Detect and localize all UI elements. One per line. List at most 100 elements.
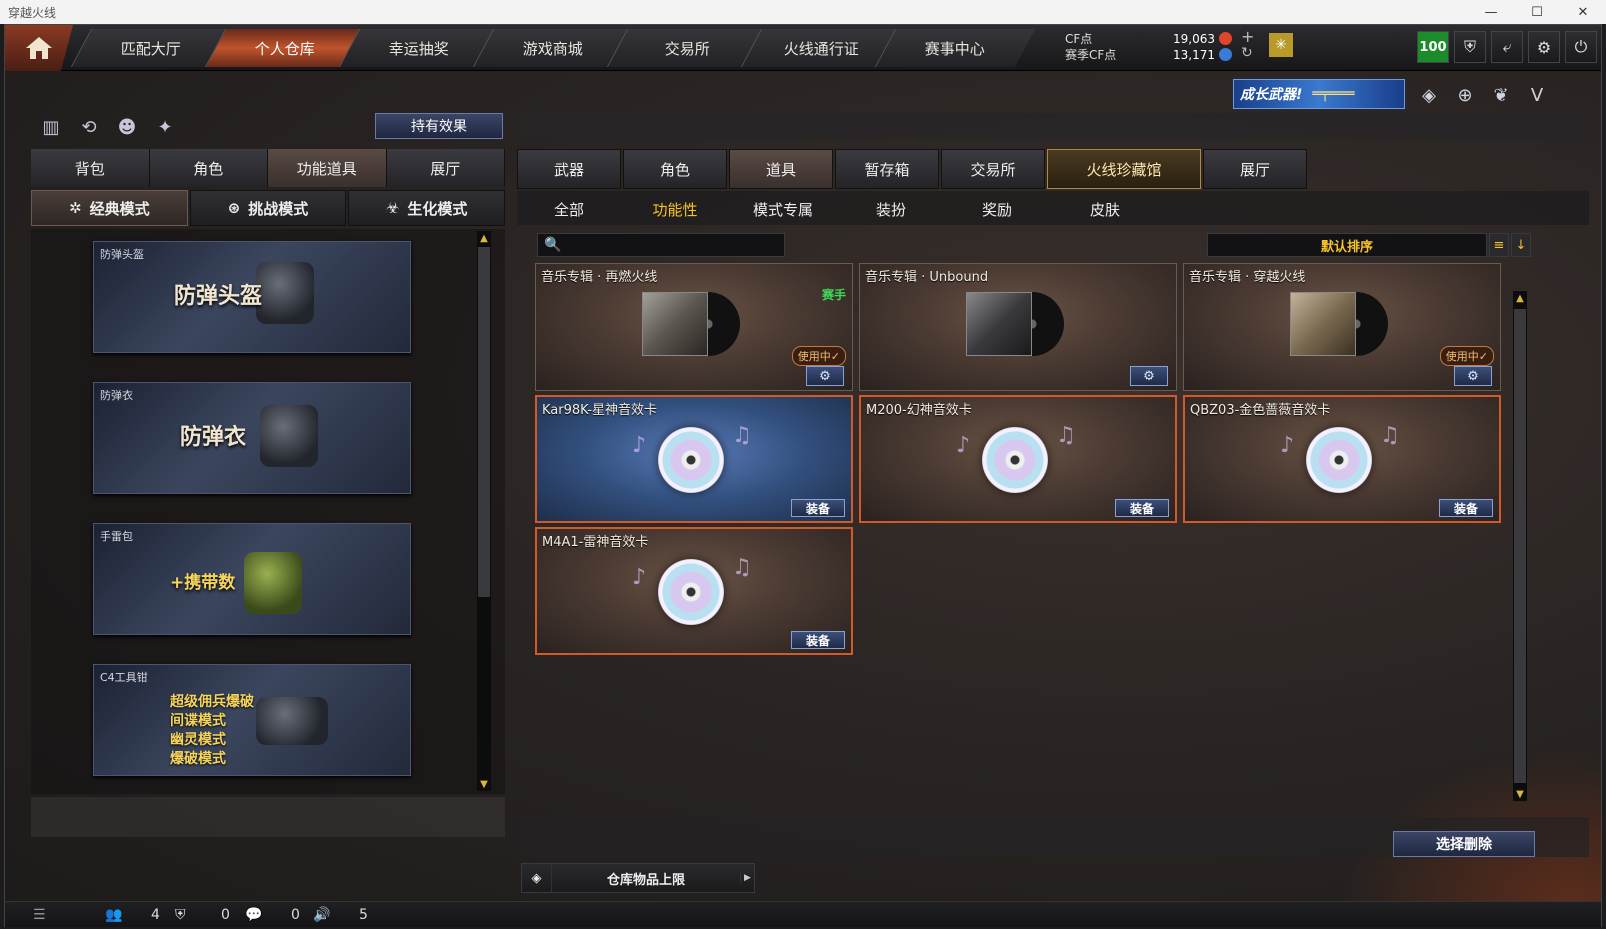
bag-icon[interactable]: ✦ bbox=[151, 113, 179, 141]
tab-exchange[interactable]: 交易所 bbox=[941, 149, 1045, 189]
return-icon[interactable]: ⤶ bbox=[1491, 31, 1523, 63]
held-effects-button[interactable]: 持有效果 bbox=[375, 113, 503, 139]
menu-list-icon[interactable]: ☰ bbox=[33, 907, 46, 923]
item-vest[interactable]: 防弹衣 防弹衣 bbox=[93, 382, 411, 494]
game-client: 匹配大厅 个人仓库 幸运抽奖 游戏商城 交易所 火线通行证 赛事中心 CF点 赛… bbox=[4, 24, 1602, 927]
album-art bbox=[642, 292, 742, 358]
zombie-mode-icon: ☣ bbox=[385, 199, 400, 217]
mode-challenge[interactable]: ⊛ 挑战模式 bbox=[189, 190, 347, 226]
friends-icon[interactable]: 👥 bbox=[105, 907, 122, 923]
equip-button[interactable]: 装备 bbox=[791, 499, 845, 517]
globe-icon[interactable]: ⊕ bbox=[1451, 81, 1479, 109]
scroll-up-icon[interactable]: ▲ bbox=[477, 231, 491, 245]
left-toolbar: ▥ ⟲ ☻ ✦ bbox=[37, 113, 179, 141]
subtab-costume[interactable]: 装扮 bbox=[851, 199, 931, 220]
in-use-badge: 使用中✓ bbox=[791, 346, 846, 366]
chat-icon[interactable]: 💬 bbox=[245, 907, 262, 923]
close-button[interactable]: ✕ bbox=[1560, 0, 1606, 24]
tab-backpack[interactable]: 背包 bbox=[31, 149, 150, 187]
refresh-icon[interactable]: ↻ bbox=[1241, 45, 1253, 61]
equip-button[interactable]: 装备 bbox=[791, 631, 845, 649]
subtab-all[interactable]: 全部 bbox=[529, 199, 609, 220]
volume-icon[interactable]: 🔊 bbox=[313, 907, 330, 923]
item-mode-list: 超级佣兵爆破 间谍模式 幽灵模式 爆破模式 bbox=[170, 693, 254, 769]
rank-badge-icon[interactable]: ✳ bbox=[1269, 33, 1293, 57]
add-icon[interactable]: + bbox=[1241, 27, 1254, 46]
tab-showcase[interactable]: 展厅 bbox=[1203, 149, 1307, 189]
cd-art: ♪ ♫ bbox=[632, 423, 752, 499]
scroll-down-icon[interactable]: ▼ bbox=[1513, 787, 1527, 801]
stats-icon[interactable]: ▥ bbox=[37, 113, 65, 141]
gear-icon[interactable]: ⚙ bbox=[1528, 31, 1560, 63]
list-view-icon[interactable]: ≡ bbox=[1489, 233, 1509, 257]
tab-character[interactable]: 角色 bbox=[149, 149, 268, 187]
item-card[interactable]: M4A1-雷神音效卡 ♪ ♫ 装备 bbox=[535, 527, 853, 655]
item-art-text: 防弹衣 bbox=[180, 425, 247, 450]
item-grenade-pack[interactable]: 手雷包 +携带数 bbox=[93, 523, 411, 635]
item-helmet[interactable]: 防弹头盔 防弹头盔 bbox=[93, 241, 411, 353]
cf-coin-icon bbox=[1219, 32, 1232, 45]
tab-weapons[interactable]: 武器 bbox=[517, 149, 621, 189]
sort-direction-icon[interactable]: ↓ bbox=[1511, 233, 1531, 257]
subtab-functional[interactable]: 功能性 bbox=[635, 199, 715, 220]
tab-hall[interactable]: 展厅 bbox=[386, 149, 505, 187]
sort-dropdown[interactable]: 默认排序 bbox=[1207, 233, 1487, 257]
equip-button[interactable]: 装备 bbox=[1439, 499, 1493, 517]
settings-button[interactable]: ⚙ bbox=[806, 366, 844, 386]
scroll-up-icon[interactable]: ▲ bbox=[1513, 291, 1527, 305]
shield-icon[interactable]: ⛨ bbox=[1454, 31, 1486, 63]
item-caption: 防弹衣 bbox=[100, 389, 133, 402]
minimize-button[interactable]: — bbox=[1468, 0, 1514, 24]
right-scrollbar[interactable]: ▲ ▼ bbox=[1513, 291, 1527, 801]
mode-zombie[interactable]: ☣ 生化模式 bbox=[348, 190, 506, 226]
subtab-skins[interactable]: 皮肤 bbox=[1065, 199, 1145, 220]
history-icon[interactable]: ⟲ bbox=[75, 113, 103, 141]
settings-button[interactable]: ⚙ bbox=[1454, 366, 1492, 386]
scroll-down-icon[interactable]: ▼ bbox=[477, 777, 491, 791]
level-badge[interactable]: 100 bbox=[1417, 31, 1449, 63]
badge-icon[interactable]: ◈ bbox=[1415, 81, 1443, 109]
item-card[interactable]: 音乐专辑 · 穿越火线 使用中✓ ⚙ bbox=[1183, 263, 1501, 391]
growth-weapon-banner[interactable]: 成长武器! ═╤═══ bbox=[1233, 79, 1405, 109]
character-icon[interactable]: ☻ bbox=[113, 113, 141, 141]
v-logo-icon[interactable]: V bbox=[1523, 81, 1551, 109]
grenade-icon bbox=[244, 552, 302, 614]
nav-tab-events[interactable]: 赛事中心 bbox=[874, 29, 1036, 67]
item-card[interactable]: M200-幻神音效卡 ♪ ♫ 装备 bbox=[859, 395, 1177, 523]
tab-collection[interactable]: 火线珍藏馆 bbox=[1047, 149, 1201, 189]
item-c4-pliers[interactable]: C4工具钳 超级佣兵爆破 间谍模式 幽灵模式 爆破模式 bbox=[93, 664, 411, 776]
item-card[interactable]: 音乐专辑 · 再燃火线 赛手 使用中✓ ⚙ bbox=[535, 263, 853, 391]
maximize-button[interactable]: ☐ bbox=[1514, 0, 1560, 24]
shield-status-icon[interactable]: ⛨ bbox=[175, 907, 186, 923]
item-art-text: 防弹头盔 bbox=[174, 284, 263, 309]
subtab-mode-exclusive[interactable]: 模式专属 bbox=[743, 199, 823, 220]
wings-icon[interactable]: ❦ bbox=[1487, 81, 1515, 109]
scroll-thumb[interactable] bbox=[478, 247, 490, 597]
search-box: 🔍 bbox=[537, 233, 785, 257]
subtab-rewards[interactable]: 奖励 bbox=[957, 199, 1037, 220]
home-button[interactable] bbox=[5, 25, 73, 71]
tab-storage-box[interactable]: 暂存箱 bbox=[835, 149, 939, 189]
select-delete-button[interactable]: 选择删除 bbox=[1393, 831, 1535, 857]
left-scrollbar[interactable]: ▲ ▼ bbox=[477, 231, 491, 791]
storage-limit-button[interactable]: ◈ 仓库物品上限 ▶ bbox=[521, 863, 755, 893]
layers-icon: ◈ bbox=[522, 864, 552, 892]
item-card[interactable]: 音乐专辑 · Unbound ⚙ bbox=[859, 263, 1177, 391]
search-input[interactable] bbox=[567, 237, 778, 253]
tab-characters[interactable]: 角色 bbox=[623, 149, 727, 189]
item-card[interactable]: QBZ03-金色蔷薇音效卡 ♪ ♫ 装备 bbox=[1183, 395, 1501, 523]
cd-art: ♪ ♫ bbox=[956, 423, 1076, 499]
card-title: Kar98K-星神音效卡 bbox=[542, 403, 658, 418]
power-icon[interactable]: ⏻ bbox=[1565, 31, 1597, 63]
mode-classic[interactable]: ✲ 经典模式 bbox=[31, 190, 188, 226]
tab-functional-items[interactable]: 功能道具 bbox=[268, 149, 387, 187]
settings-button[interactable]: ⚙ bbox=[1130, 366, 1168, 386]
item-card-selected[interactable]: Kar98K-星神音效卡 ♪ ♫ 装备 bbox=[535, 395, 853, 523]
tab-items[interactable]: 道具 bbox=[729, 149, 833, 189]
scroll-thumb[interactable] bbox=[1514, 309, 1526, 783]
status-bar: ☰ 👥 4 ⛨ 0 💬 0 🔊 5 bbox=[5, 901, 1601, 927]
mode-line: 爆破模式 bbox=[170, 751, 226, 767]
equip-button[interactable]: 装备 bbox=[1115, 499, 1169, 517]
item-caption: 防弹头盔 bbox=[100, 248, 144, 261]
item-caption: 手雷包 bbox=[100, 530, 133, 543]
